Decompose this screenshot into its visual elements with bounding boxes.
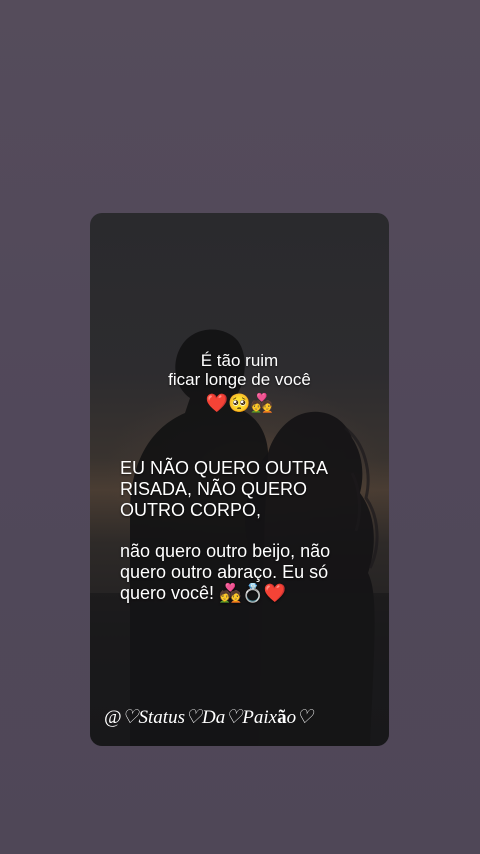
story-card[interactable]: É tão ruim ficar longe de você ❤️🥺💑 EU N… bbox=[90, 213, 389, 746]
signature-prefix: @♡Status♡Da♡Paix bbox=[104, 707, 278, 728]
soft-line-2: quero outro abraço. Eu só bbox=[120, 562, 329, 582]
shout-line-2: RISADA, NÃO QUERO bbox=[120, 479, 308, 499]
signature-accent: ã bbox=[277, 707, 287, 728]
soft-line-1: não quero outro beijo, não bbox=[120, 541, 331, 561]
caption-top: É tão ruim ficar longe de você bbox=[90, 351, 389, 389]
shout-line-1: EU NÃO QUERO OUTRA bbox=[120, 458, 329, 478]
author-signature: @♡Status♡Da♡Paixão♡ bbox=[104, 707, 384, 729]
soft-line-3: quero você! 💑💍❤️ bbox=[120, 583, 287, 603]
love-message: não quero outro beijo, não quero outro a… bbox=[120, 541, 375, 604]
caption-line-1: É tão ruim bbox=[200, 351, 279, 370]
signature-suffix: o♡ bbox=[286, 707, 314, 728]
shout-line-3: OUTRO CORPO, bbox=[120, 500, 262, 520]
emoji-row: ❤️🥺💑 bbox=[205, 393, 274, 413]
caption-line-2: ficar longe de você bbox=[168, 370, 311, 389]
uppercase-message: EU NÃO QUERO OUTRA RISADA, NÃO QUERO OUT… bbox=[120, 458, 370, 521]
